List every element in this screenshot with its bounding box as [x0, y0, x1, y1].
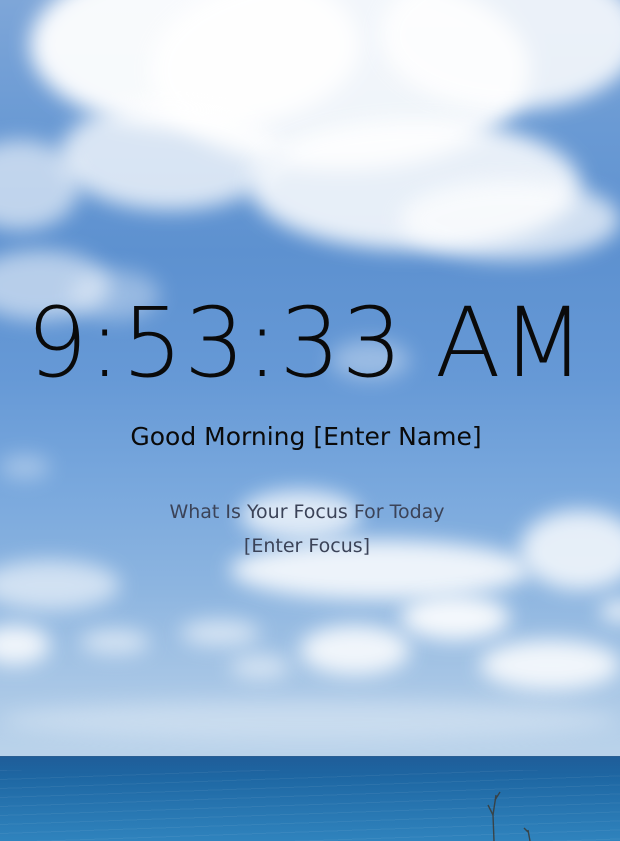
greeting-text: Good Morning — [130, 422, 314, 451]
name-input[interactable]: [Enter Name] — [313, 422, 481, 451]
greeting: Good Morning [Enter Name] — [0, 419, 612, 455]
focus-prompt: What Is Your Focus For Today — [169, 501, 445, 523]
focus-input[interactable]: [Enter Focus] — [0, 532, 614, 560]
clock-time: 9:53:33 AM — [26, 287, 586, 399]
